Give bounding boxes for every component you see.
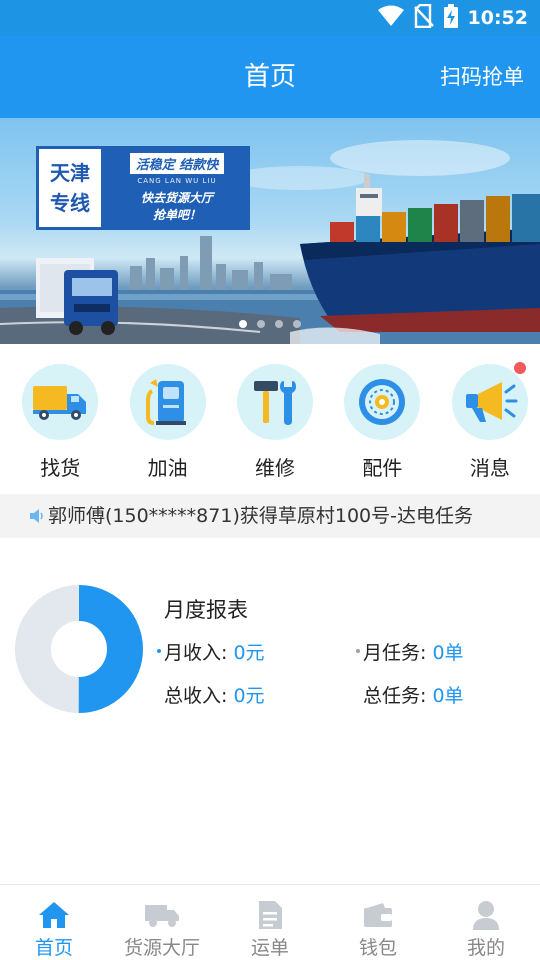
document-icon	[257, 899, 283, 931]
banner-badge-line: 专线	[50, 191, 90, 215]
stat-bullet	[356, 649, 360, 653]
notice-marquee[interactable]: 郭师傅(150*****871)获得草原村100号-达电任务	[0, 494, 540, 538]
total-income-label: 总收入:	[164, 685, 228, 707]
notice-text: 郭师傅(150*****871)获得草原村100号-达电任务	[48, 505, 473, 527]
quick-item-repair[interactable]: 维修	[225, 344, 325, 494]
wifi-icon	[377, 5, 404, 31]
report-title: 月度报表	[164, 598, 248, 622]
total-tasks-stat: 总任务: 0单	[363, 681, 464, 708]
repair-tools-icon	[237, 364, 314, 440]
quick-item-label: 找货	[40, 456, 81, 480]
total-tasks-label: 总任务:	[363, 685, 427, 707]
nav-home[interactable]: 首页	[0, 885, 108, 960]
nav-profile[interactable]: 我的	[432, 885, 540, 960]
nav-label: 运单	[250, 937, 289, 959]
nav-waybill[interactable]: 运单	[216, 885, 324, 960]
monthly-income-stat: 月收入: 0元	[157, 638, 265, 665]
nav-label: 货源大厅	[123, 937, 200, 959]
stat-bullet	[157, 649, 161, 653]
quick-item-messages[interactable]: 消息	[440, 344, 540, 494]
status-bar: 10:52	[0, 0, 540, 36]
banner-slogan-main: 活稳定 结款快	[129, 152, 225, 174]
no-sim-icon	[413, 3, 434, 32]
banner-dot[interactable]	[257, 320, 265, 328]
banner-slogan-sub: 快去货源大厅	[140, 190, 213, 205]
banner-slogan-pinyin: CANG LAN WU LIU	[137, 176, 217, 185]
home-icon	[38, 899, 70, 931]
report-donut-chart	[15, 585, 143, 713]
quick-item-label: 消息	[469, 456, 510, 480]
nav-wallet[interactable]: 钱包	[324, 885, 432, 960]
monthly-tasks-value: 0单	[432, 642, 464, 664]
app-header: 首页 扫码抢单	[0, 36, 540, 118]
nav-cargo-hall[interactable]: 货源大厅	[108, 885, 216, 960]
quick-item-label: 加油	[147, 456, 188, 480]
banner-dot[interactable]	[239, 320, 247, 328]
truck-icon	[22, 364, 99, 440]
status-icons: 10:52	[377, 0, 528, 36]
unread-badge	[514, 362, 527, 374]
monthly-tasks-stat: 月任务: 0单	[356, 638, 464, 665]
monthly-tasks-label: 月任务:	[363, 642, 427, 664]
megaphone-icon	[451, 364, 528, 440]
banner-route-badge: 天津 专线	[36, 146, 104, 230]
nav-label: 首页	[34, 937, 73, 959]
nav-label: 我的	[466, 937, 505, 959]
promo-banner[interactable]: 天津 专线 活稳定 结款快 CANG LAN WU LIU 快去货源大厅 抢单吧…	[0, 118, 540, 344]
total-tasks-value: 0单	[432, 685, 464, 707]
speaker-icon	[29, 508, 45, 528]
banner-slogan-sub: 抢单吧！	[152, 207, 201, 222]
banner-pagination	[0, 320, 540, 328]
quick-item-refuel[interactable]: 加油	[117, 344, 217, 494]
banner-badge-line: 天津	[50, 161, 90, 185]
cargo-truck-icon	[144, 899, 180, 931]
scan-grab-order-button[interactable]: 扫码抢单	[440, 36, 524, 118]
quick-item-find-cargo[interactable]: 找货	[10, 344, 110, 494]
user-icon	[472, 899, 500, 931]
bottom-nav: 首页 货源大厅 运单 钱包 我的	[0, 884, 540, 960]
quick-menu: 找货 加油 维修 配件 消息	[0, 344, 540, 494]
quick-item-label: 配件	[362, 456, 403, 480]
total-income-stat: 总收入: 0元	[164, 681, 265, 708]
quick-item-parts[interactable]: 配件	[332, 344, 432, 494]
quick-item-label: 维修	[255, 456, 296, 480]
monthly-income-value: 0元	[233, 642, 265, 664]
banner-slogan: 活稳定 结款快 CANG LAN WU LIU 快去货源大厅 抢单吧！	[104, 146, 250, 230]
monthly-income-label: 月收入:	[164, 642, 228, 664]
battery-charging-icon	[443, 4, 458, 32]
nav-label: 钱包	[358, 937, 397, 959]
status-time: 10:52	[467, 7, 528, 29]
total-income-value: 0元	[233, 685, 265, 707]
gear-part-icon	[344, 364, 421, 440]
wallet-icon	[363, 899, 393, 931]
banner-dot[interactable]	[293, 320, 301, 328]
fuel-pump-icon	[129, 364, 206, 440]
monthly-report: 月度报表 月收入: 0元 月任务: 0单 总收入: 0元 总任务: 0单	[0, 560, 540, 730]
banner-dot[interactable]	[275, 320, 283, 328]
